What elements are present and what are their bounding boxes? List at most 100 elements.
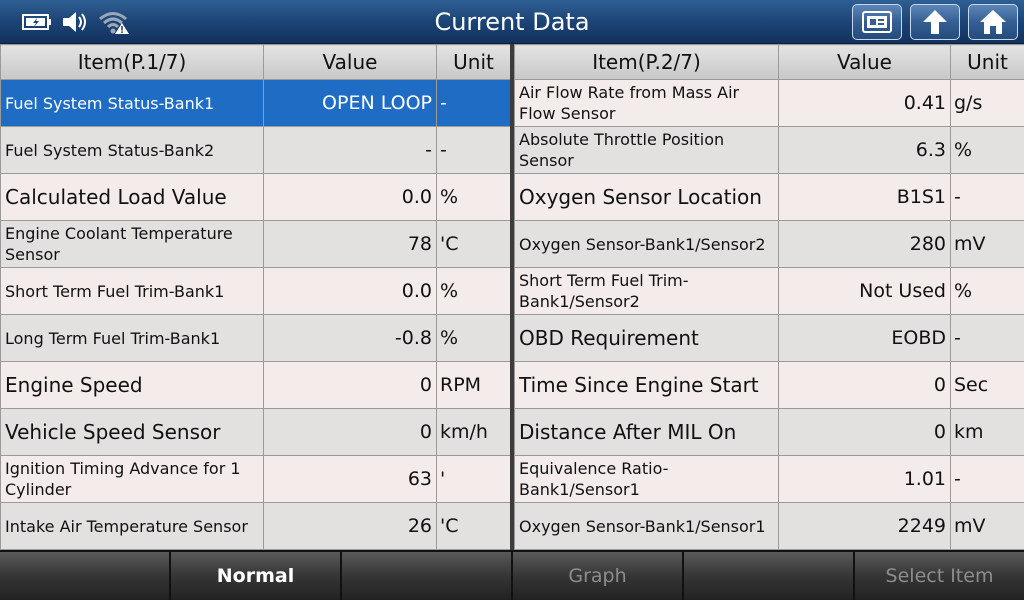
table-row[interactable]: Oxygen Sensor-Bank1/Sensor2 280 mV — [514, 220, 1024, 268]
table-row[interactable]: Engine Speed 0 RPM — [0, 361, 511, 409]
graph-button[interactable]: Graph — [513, 552, 682, 600]
row-value: OPEN LOOP — [263, 79, 437, 127]
back-button[interactable] — [910, 4, 960, 40]
data-table-page-1: Item(P.1/7) Value Unit Fuel System Statu… — [0, 44, 511, 550]
screenshot-button[interactable] — [852, 4, 902, 40]
row-value: 0 — [263, 361, 437, 409]
table-row[interactable]: Equivalence Ratio-Bank1/Sensor1 1.01 - — [514, 455, 1024, 503]
row-unit: - — [950, 455, 1024, 503]
screenshot-icon — [862, 11, 892, 33]
blank-button-3[interactable] — [684, 552, 853, 600]
select-item-button[interactable]: Select Item — [855, 552, 1024, 600]
row-item: Equivalence Ratio-Bank1/Sensor1 — [514, 455, 779, 503]
row-value: 0.0 — [263, 267, 437, 315]
row-unit: km/h — [436, 408, 511, 456]
table-row[interactable]: Short Term Fuel Trim-Bank1/Sensor2 Not U… — [514, 267, 1024, 315]
row-unit: Sec — [950, 361, 1024, 409]
row-unit: - — [436, 79, 511, 127]
table-row[interactable]: Short Term Fuel Trim-Bank1 0.0 % — [0, 267, 511, 315]
row-unit: mV — [950, 220, 1024, 268]
table-row[interactable]: OBD Requirement EOBD - — [514, 314, 1024, 362]
data-table-page-2: Item(P.2/7) Value Unit Air Flow Rate fro… — [514, 44, 1024, 550]
row-item: Fuel System Status-Bank1 — [0, 79, 264, 127]
blank-button-2[interactable] — [342, 552, 511, 600]
row-unit: mV — [950, 502, 1024, 550]
table-row[interactable]: Oxygen Sensor-Bank1/Sensor1 2249 mV — [514, 502, 1024, 550]
column-header-unit: Unit — [436, 44, 511, 80]
table-row[interactable]: Fuel System Status-Bank1 OPEN LOOP - — [0, 79, 511, 127]
row-unit: 'C — [436, 220, 511, 268]
row-item: OBD Requirement — [514, 314, 779, 362]
row-unit: 'C — [436, 502, 511, 550]
row-value: 63 — [263, 455, 437, 503]
table-row[interactable]: Absolute Throttle Position Sensor 6.3 % — [514, 126, 1024, 174]
row-value: B1S1 — [778, 173, 951, 221]
table-row[interactable]: Intake Air Temperature Sensor 26 'C — [0, 502, 511, 550]
row-item: Calculated Load Value — [0, 173, 264, 221]
row-value: -0.8 — [263, 314, 437, 362]
column-header-unit: Unit — [950, 44, 1024, 80]
bottom-toolbar: Normal Graph Select Item — [0, 550, 1024, 600]
row-item: Short Term Fuel Trim-Bank1 — [0, 267, 264, 315]
row-item: Distance After MIL On — [514, 408, 779, 456]
row-item: Engine Speed — [0, 361, 264, 409]
row-item: Intake Air Temperature Sensor — [0, 502, 264, 550]
row-unit: % — [436, 314, 511, 362]
table-row[interactable]: Engine Coolant Temperature Sensor 78 'C — [0, 220, 511, 268]
row-value: 280 — [778, 220, 951, 268]
row-unit: ' — [436, 455, 511, 503]
column-header-item: Item(P.2/7) — [514, 44, 779, 80]
table-row[interactable]: Vehicle Speed Sensor 0 km/h — [0, 408, 511, 456]
row-unit: % — [436, 173, 511, 221]
row-item: Long Term Fuel Trim-Bank1 — [0, 314, 264, 362]
row-value: - — [263, 126, 437, 174]
row-unit: - — [950, 173, 1024, 221]
row-unit: % — [436, 267, 511, 315]
row-value: 6.3 — [778, 126, 951, 174]
table-row[interactable]: Ignition Timing Advance for 1 Cylinder 6… — [0, 455, 511, 503]
row-item: Short Term Fuel Trim-Bank1/Sensor2 — [514, 267, 779, 315]
row-value: 26 — [263, 502, 437, 550]
row-value: 2249 — [778, 502, 951, 550]
row-item: Vehicle Speed Sensor — [0, 408, 264, 456]
row-value: 0 — [263, 408, 437, 456]
row-value: 0 — [778, 408, 951, 456]
row-value: 0 — [778, 361, 951, 409]
row-unit: g/s — [950, 79, 1024, 127]
table-row[interactable]: Calculated Load Value 0.0 % — [0, 173, 511, 221]
row-unit: % — [950, 126, 1024, 174]
row-value: 0.41 — [778, 79, 951, 127]
row-item: Engine Coolant Temperature Sensor — [0, 220, 264, 268]
home-button[interactable] — [968, 4, 1018, 40]
row-unit: % — [950, 267, 1024, 315]
row-unit: RPM — [436, 361, 511, 409]
row-value: 78 — [263, 220, 437, 268]
normal-button[interactable]: Normal — [171, 552, 340, 600]
row-item: Absolute Throttle Position Sensor — [514, 126, 779, 174]
row-value: 0.0 — [263, 173, 437, 221]
row-unit: - — [950, 314, 1024, 362]
blank-button-1[interactable] — [0, 552, 169, 600]
row-item: Time Since Engine Start — [514, 361, 779, 409]
column-header-item: Item(P.1/7) — [0, 44, 264, 80]
row-item: Air Flow Rate from Mass Air Flow Sensor — [514, 79, 779, 127]
back-icon — [923, 10, 947, 34]
column-header-value: Value — [778, 44, 951, 80]
table-row[interactable]: Long Term Fuel Trim-Bank1 -0.8 % — [0, 314, 511, 362]
row-unit: km — [950, 408, 1024, 456]
table-row[interactable]: Time Since Engine Start 0 Sec — [514, 361, 1024, 409]
row-value: 1.01 — [778, 455, 951, 503]
row-item: Oxygen Sensor-Bank1/Sensor2 — [514, 220, 779, 268]
row-unit: - — [436, 126, 511, 174]
row-item: Oxygen Sensor-Bank1/Sensor1 — [514, 502, 779, 550]
table-row[interactable]: Fuel System Status-Bank2 - - — [0, 126, 511, 174]
column-header-value: Value — [263, 44, 437, 80]
table-row[interactable]: Distance After MIL On 0 km — [514, 408, 1024, 456]
row-item: Ignition Timing Advance for 1 Cylinder — [0, 455, 264, 503]
row-value: EOBD — [778, 314, 951, 362]
row-item: Fuel System Status-Bank2 — [0, 126, 264, 174]
home-icon — [980, 10, 1006, 34]
table-row[interactable]: Oxygen Sensor Location B1S1 - — [514, 173, 1024, 221]
table-row[interactable]: Air Flow Rate from Mass Air Flow Sensor … — [514, 79, 1024, 127]
row-item: Oxygen Sensor Location — [514, 173, 779, 221]
